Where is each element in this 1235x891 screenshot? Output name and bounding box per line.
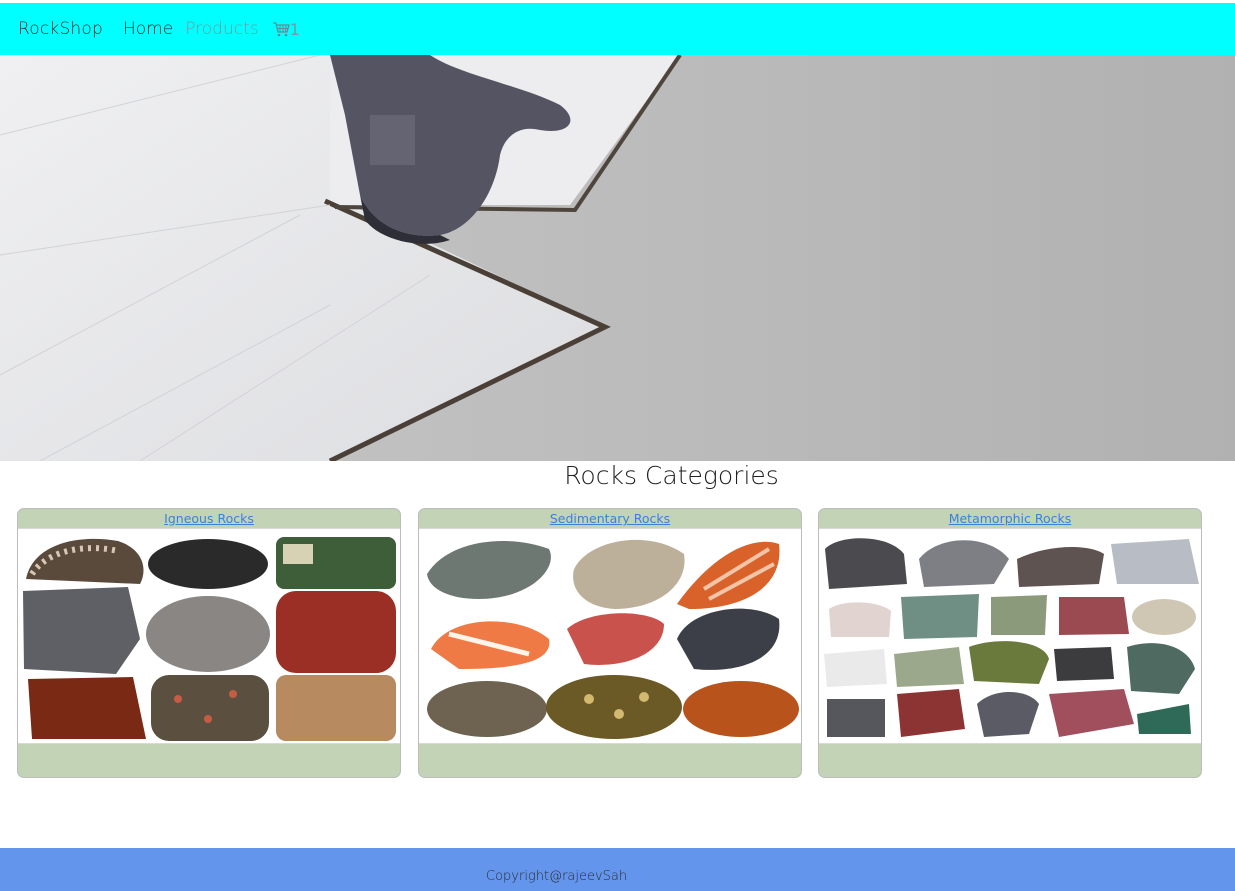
category-link-igneous[interactable]: Igneous Rocks [18,509,400,528]
metamorphic-rocks-image[interactable] [819,528,1201,744]
sedimentary-rocks-image[interactable] [419,528,801,744]
cart-button[interactable]: 1 [272,20,300,39]
category-card-metamorphic[interactable]: Metamorphic Rocks [818,508,1202,778]
igneous-rocks-image[interactable] [18,528,400,744]
nav-link-home[interactable]: Home [123,19,173,39]
category-card-igneous[interactable]: Igneous Rocks [17,508,401,778]
navbar: RockShop Home Products 1 [0,3,1235,55]
hero-banner-image [0,55,1235,461]
nav-link-products[interactable]: Products [185,19,258,39]
footer-copyright: Copyright@rajeevSah [486,869,628,884]
category-link-metamorphic[interactable]: Metamorphic Rocks [819,509,1201,528]
cart-count: 1 [289,19,300,39]
cart-icon [272,21,290,37]
category-link-sedimentary[interactable]: Sedimentary Rocks [419,509,801,528]
category-card-sedimentary[interactable]: Sedimentary Rocks [418,508,802,778]
brand-logo[interactable]: RockShop [18,19,103,39]
footer: Copyright@rajeevSah [0,848,1235,891]
section-title: Rocks Categories [564,461,779,490]
